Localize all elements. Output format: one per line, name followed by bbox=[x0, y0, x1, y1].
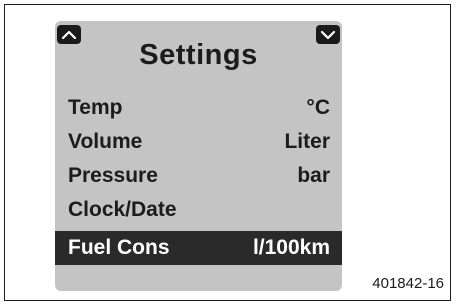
menu-item-label: Clock/Date bbox=[68, 198, 177, 221]
figure-frame: Settings Temp °C Volume Liter Pressure b… bbox=[4, 4, 451, 301]
menu-item-value: Liter bbox=[284, 130, 330, 153]
menu-item-volume[interactable]: Volume Liter bbox=[55, 125, 342, 159]
figure-reference-number: 401842-16 bbox=[372, 275, 444, 292]
menu-item-label: Pressure bbox=[68, 164, 158, 187]
settings-screen: Settings Temp °C Volume Liter Pressure b… bbox=[55, 21, 342, 291]
screen-title: Settings bbox=[139, 39, 258, 71]
menu-item-clock-date[interactable]: Clock/Date bbox=[55, 193, 342, 227]
menu-item-label: Temp bbox=[68, 96, 123, 119]
menu-item-value: l/100km bbox=[252, 236, 330, 259]
menu-item-label: Fuel Cons bbox=[68, 236, 170, 259]
menu-item-pressure[interactable]: Pressure bar bbox=[55, 159, 342, 193]
chevron-down-icon bbox=[320, 30, 336, 39]
settings-menu: Temp °C Volume Liter Pressure bar Clock/… bbox=[55, 91, 342, 265]
menu-item-label: Volume bbox=[68, 130, 143, 153]
menu-item-fuel-cons[interactable]: Fuel Cons l/100km bbox=[55, 231, 342, 265]
menu-item-temp[interactable]: Temp °C bbox=[55, 91, 342, 125]
menu-item-value: bar bbox=[297, 164, 330, 187]
menu-item-value: °C bbox=[306, 96, 330, 119]
chevron-up-icon bbox=[61, 30, 77, 39]
